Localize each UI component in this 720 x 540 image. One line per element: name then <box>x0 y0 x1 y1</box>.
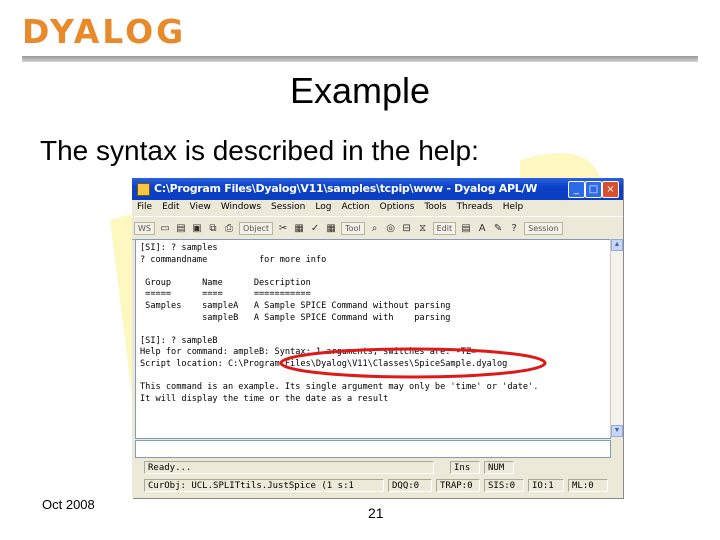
window-titlebar[interactable]: C:\Program Files\Dyalog\V11\samples\tcpi… <box>132 178 623 200</box>
toolbar: WS ▭ ▤ ▣ ⧉ ⎙ Object ✂ ▦ ✓ ▦ Tool ⌕ ◎ ⊟ ⧖… <box>132 216 623 240</box>
close-button[interactable]: × <box>602 181 619 198</box>
status-io: IO:1 <box>528 479 564 492</box>
session-line: Script location: C:\Program Files\Dyalog… <box>140 358 508 369</box>
horizontal-scrollbar[interactable] <box>135 440 611 458</box>
status-dqq: DQQ:0 <box>388 479 432 492</box>
logo-text: DYALOG <box>22 12 187 51</box>
status-ml: ML:0 <box>568 479 608 492</box>
footer-date: Oct 2008 <box>42 497 95 512</box>
menu-file[interactable]: File <box>132 200 157 216</box>
menu-session[interactable]: Session <box>266 200 310 216</box>
status-bar-2: CurObj: UCL.SPLITtils.JustSpice (1 s:1 D… <box>132 477 623 494</box>
minimize-button[interactable]: _ <box>568 181 585 198</box>
check-icon[interactable]: ✓ <box>308 221 322 235</box>
copy-icon[interactable]: ⧉ <box>206 221 220 235</box>
doc-icon[interactable]: ▤ <box>459 221 473 235</box>
save-icon[interactable]: ▣ <box>190 221 204 235</box>
find-icon[interactable]: ⌕ <box>368 221 382 235</box>
apl-window: C:\Program Files\Dyalog\V11\samples\tcpi… <box>132 178 623 498</box>
menu-action[interactable]: Action <box>336 200 374 216</box>
menu-view[interactable]: View <box>185 200 216 216</box>
paste-icon[interactable]: ▦ <box>292 221 306 235</box>
trace-icon[interactable]: ⊟ <box>400 221 414 235</box>
menu-tools[interactable]: Tools <box>419 200 451 216</box>
page-number: 21 <box>368 505 384 521</box>
status-ready: Ready... <box>144 461 434 474</box>
session-line: ===== ==== =========== <box>140 289 311 300</box>
scroll-down-icon[interactable]: ▼ <box>611 425 623 437</box>
menu-windows[interactable]: Windows <box>216 200 266 216</box>
maximize-button[interactable]: □ <box>585 181 602 198</box>
tool-dropdown[interactable]: Tool <box>341 221 365 235</box>
dyalog-logo: DYALOG <box>22 12 212 52</box>
session-line: Samples sampleA A Sample SPICE Command w… <box>140 300 451 311</box>
window-title: C:\Program Files\Dyalog\V11\samples\tcpi… <box>154 182 538 195</box>
status-trap: TRAP:0 <box>436 479 480 492</box>
edit-dropdown[interactable]: Edit <box>432 221 457 235</box>
session-log[interactable]: [SI]: ? samples ? commandname for more i… <box>135 239 611 439</box>
session-line: It will display the time or the date as … <box>140 393 389 404</box>
help-icon[interactable]: ? <box>507 221 521 235</box>
menu-help[interactable]: Help <box>498 200 529 216</box>
session-text: [SI]: ? samples ? commandname for more i… <box>136 240 610 408</box>
print-icon[interactable]: ⎙ <box>222 221 236 235</box>
status-ins: Ins <box>450 461 480 474</box>
status-curobj: CurObj: UCL.SPLITtils.JustSpice (1 s:1 <box>144 479 384 492</box>
new-icon[interactable]: ▭ <box>158 221 172 235</box>
cut-icon[interactable]: ✂ <box>276 221 290 235</box>
ws-dropdown[interactable]: WS <box>134 221 155 235</box>
menu-log[interactable]: Log <box>310 200 336 216</box>
status-sis: SIS:0 <box>484 479 524 492</box>
header-rule <box>22 56 698 62</box>
status-bar: Ready... Ins NUM <box>132 459 623 476</box>
menu-bar: File Edit View Windows Session Log Actio… <box>132 200 623 216</box>
open-icon[interactable]: ▤ <box>174 221 188 235</box>
session-line: Help for command: ampleB: Syntax: 1 argu… <box>140 347 477 358</box>
vertical-scrollbar[interactable]: ▲ ▼ <box>610 239 623 437</box>
session-line: [SI]: ? sampleB <box>140 335 218 346</box>
session-line: This command is an example. Its single a… <box>140 382 539 393</box>
scroll-up-icon[interactable]: ▲ <box>611 239 623 251</box>
session-dropdown[interactable]: Session <box>524 221 563 235</box>
menu-edit[interactable]: Edit <box>157 200 184 216</box>
objects-dropdown[interactable]: Object <box>239 221 274 235</box>
font-icon[interactable]: A <box>475 221 489 235</box>
stop-icon[interactable]: ⧖ <box>416 221 430 235</box>
session-line: sampleB A Sample SPICE Command with pars… <box>140 312 451 323</box>
menu-threads[interactable]: Threads <box>452 200 498 216</box>
session-line: Group Name Description <box>140 277 311 288</box>
debug-icon[interactable]: ◎ <box>384 221 398 235</box>
slide-subtitle: The syntax is described in the help: <box>40 135 479 166</box>
spell-icon[interactable]: ✎ <box>491 221 505 235</box>
app-icon <box>137 183 150 196</box>
session-line: [SI]: ? samples <box>140 243 218 253</box>
slide-title: Example <box>289 70 431 111</box>
grid-icon[interactable]: ▦ <box>324 221 338 235</box>
status-num: NUM <box>484 461 514 474</box>
menu-options[interactable]: Options <box>375 200 420 216</box>
session-line: ? commandname for more info <box>140 254 327 265</box>
